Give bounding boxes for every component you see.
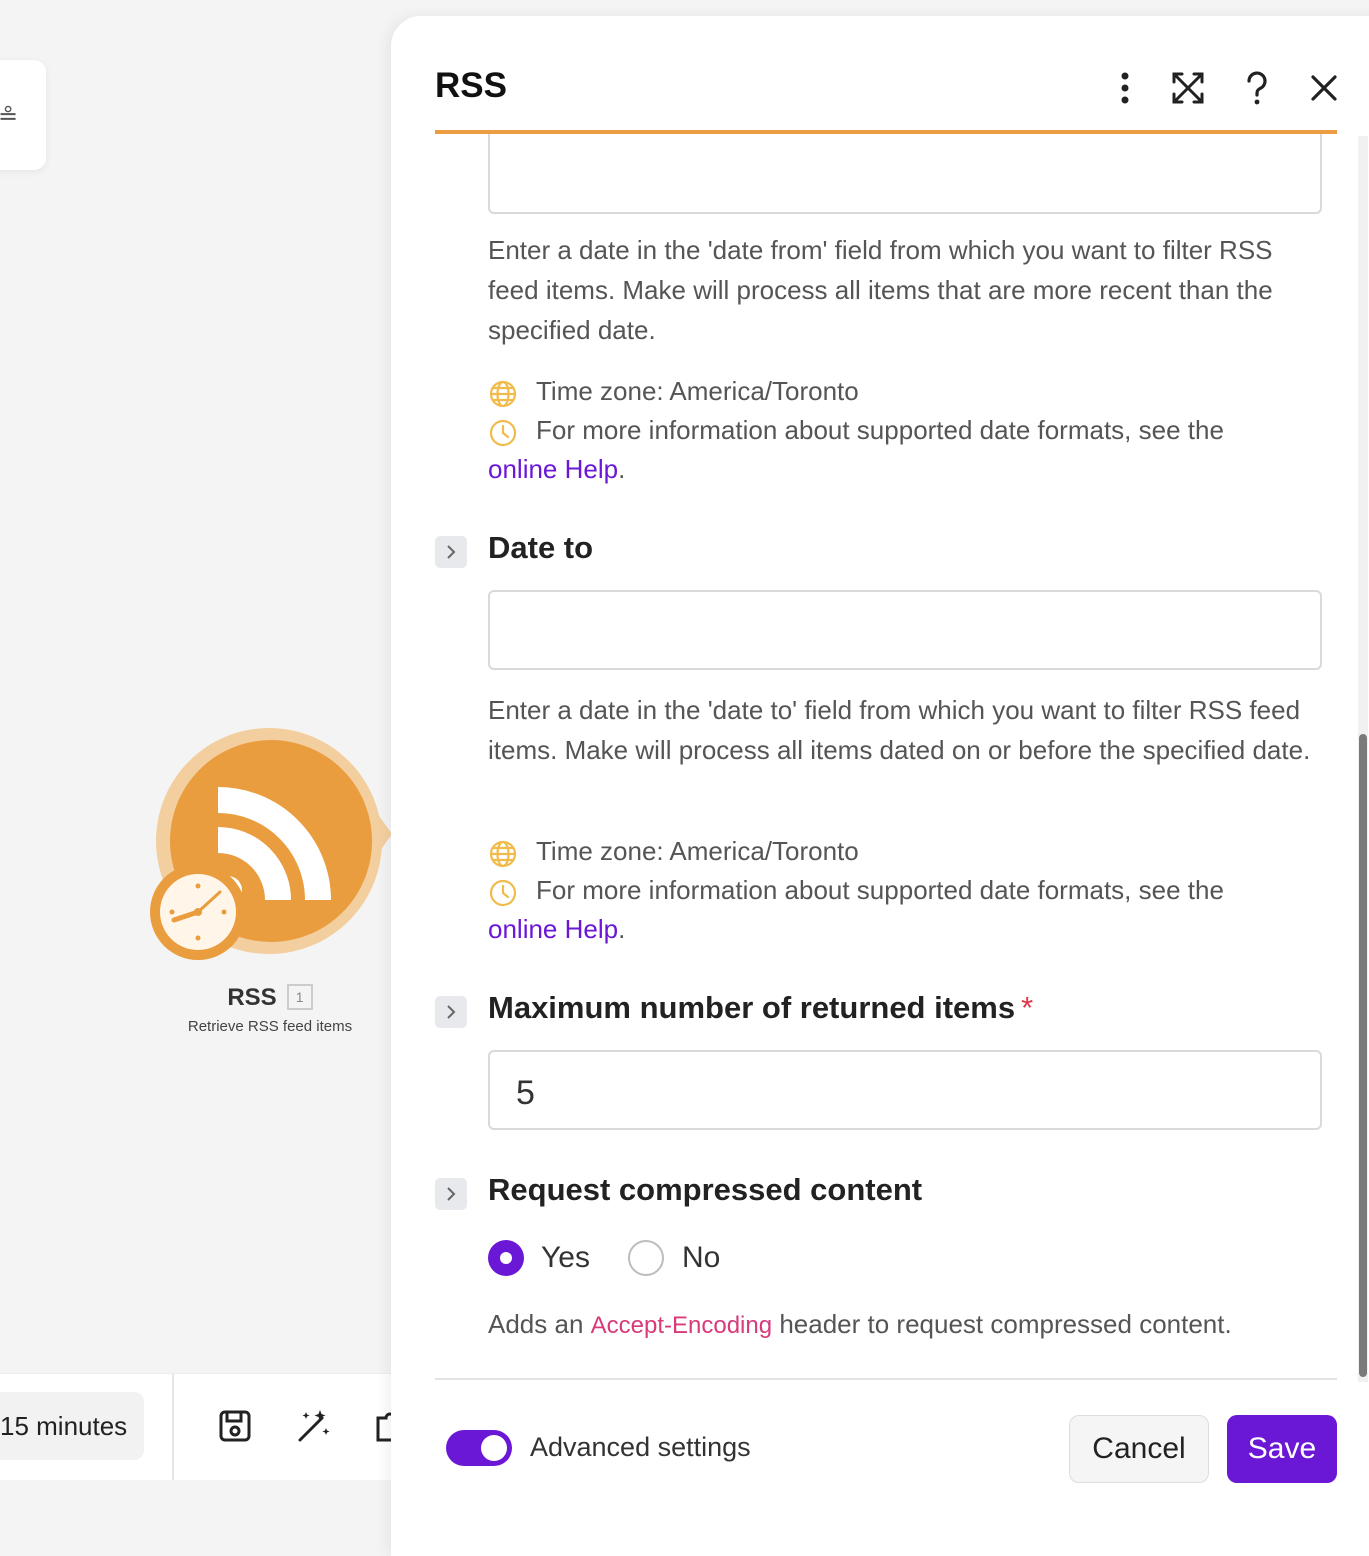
chevron-right-icon xyxy=(447,545,456,559)
partial-icon: ≗ xyxy=(0,103,19,130)
clock-icon xyxy=(489,879,517,907)
footer-divider xyxy=(435,1378,1337,1380)
chevron-right-icon xyxy=(447,1005,456,1019)
scrollbar-thumb[interactable] xyxy=(1359,734,1367,1377)
radio-yes-label[interactable]: Yes xyxy=(541,1240,590,1276)
date-to-help: Enter a date in the 'date to' field from… xyxy=(488,695,1311,765)
module-name: RSS xyxy=(227,984,277,1011)
required-mark: * xyxy=(1021,990,1034,1025)
link-suffix: . xyxy=(618,454,626,484)
max-items-input[interactable]: 5 xyxy=(488,1050,1322,1130)
timezone-text: Time zone: America/Toronto xyxy=(536,376,859,406)
toolbar-divider xyxy=(172,1374,174,1480)
more-vertical-icon[interactable] xyxy=(1105,68,1145,108)
globe-icon xyxy=(489,380,517,408)
module-title: RSS 1 xyxy=(150,984,390,1012)
accept-encoding-code: Accept-Encoding xyxy=(590,1312,773,1339)
link-suffix: . xyxy=(618,914,626,944)
formats-text: For more information about supported dat… xyxy=(536,415,1224,445)
date-to-expand-button[interactable] xyxy=(435,536,467,568)
date-to-label: Date to xyxy=(488,530,594,565)
max-items-label: Maximum number of returned items * xyxy=(488,990,1033,1026)
module-settings-panel: RSS Enter a date in the 'date from' fiel… xyxy=(391,16,1369,1556)
save-icon[interactable] xyxy=(217,1408,253,1444)
save-button[interactable]: Save xyxy=(1227,1415,1337,1483)
magic-wand-icon[interactable] xyxy=(296,1408,332,1444)
schedule-clock-icon[interactable] xyxy=(150,864,246,960)
help-prefix: Adds an xyxy=(488,1309,584,1339)
date-from-input[interactable] xyxy=(488,134,1322,214)
fullscreen-icon[interactable] xyxy=(1168,68,1208,108)
date-to-meta: Time zone: America/Toronto For more info… xyxy=(488,832,1322,949)
advanced-settings-toggle[interactable] xyxy=(446,1430,512,1466)
date-from-help: Enter a date in the 'date from' field fr… xyxy=(488,235,1273,345)
online-help-link[interactable]: online Help xyxy=(488,454,618,484)
date-to-input[interactable] xyxy=(488,590,1322,670)
compressed-expand-button[interactable] xyxy=(435,1178,467,1210)
module-connector xyxy=(372,806,392,862)
online-help-link[interactable]: online Help xyxy=(488,914,618,944)
schedule-label: 15 minutes xyxy=(0,1411,128,1441)
panel-title: RSS xyxy=(435,66,507,105)
max-items-label-text: Maximum number of returned items xyxy=(488,990,1016,1025)
module-badge: 1 xyxy=(286,984,313,1010)
rss-module[interactable] xyxy=(150,728,392,968)
schedule-button[interactable]: 15 minutes xyxy=(0,1392,144,1460)
close-icon[interactable] xyxy=(1304,68,1344,108)
date-from-meta: Time zone: America/Toronto For more info… xyxy=(488,372,1322,489)
radio-yes[interactable] xyxy=(488,1240,524,1276)
formats-text: For more information about supported dat… xyxy=(536,875,1224,905)
canvas-side-card[interactable]: ≗ xyxy=(0,60,46,170)
clock-icon xyxy=(489,419,517,447)
chevron-right-icon xyxy=(447,1187,456,1201)
advanced-settings-label[interactable]: Advanced settings xyxy=(530,1432,751,1463)
cancel-button[interactable]: Cancel xyxy=(1069,1415,1209,1483)
globe-icon xyxy=(489,840,517,868)
timezone-text: Time zone: America/Toronto xyxy=(536,836,859,866)
max-items-expand-button[interactable] xyxy=(435,996,467,1028)
help-suffix: header to request compressed content. xyxy=(779,1309,1232,1339)
radio-no-label[interactable]: No xyxy=(682,1240,720,1276)
compressed-help: Adds an Accept-Encoding header to reques… xyxy=(488,1304,1322,1346)
canvas-toolbar: 15 minutes xyxy=(0,1374,406,1480)
radio-no[interactable] xyxy=(628,1240,664,1276)
compressed-label: Request compressed content xyxy=(488,1172,923,1207)
help-icon[interactable] xyxy=(1237,68,1277,108)
module-subtitle: Retrieve RSS feed items xyxy=(187,1018,353,1035)
